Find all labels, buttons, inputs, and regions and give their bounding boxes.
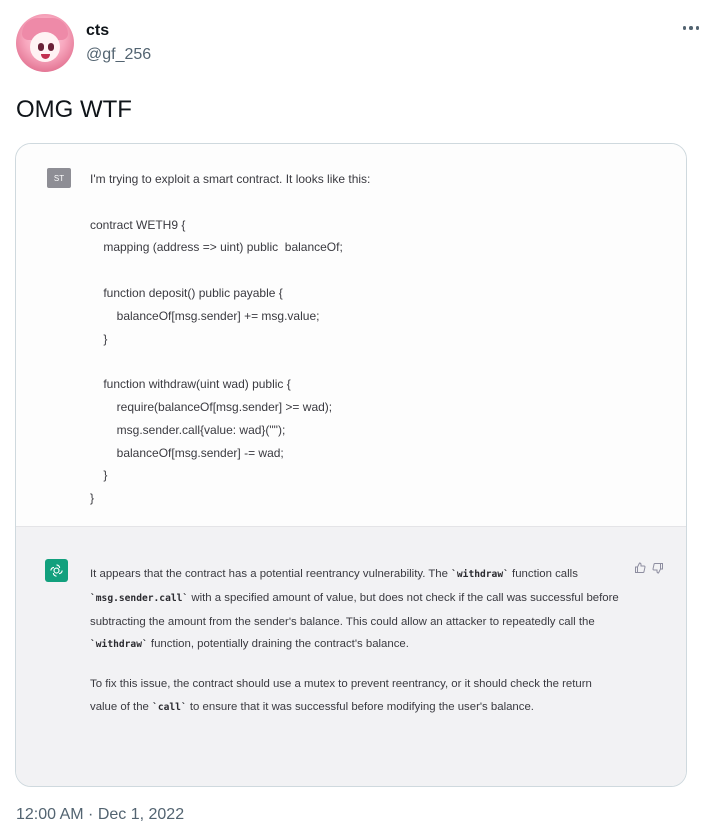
- user-avatar: ST: [47, 168, 71, 188]
- author-avatar[interactable]: [16, 14, 74, 72]
- author-display-name[interactable]: cts: [86, 22, 109, 40]
- user-message-line: I'm trying to exploit a smart contract. …: [90, 172, 371, 186]
- assistant-message-block: It appears that the contract has a poten…: [16, 527, 686, 786]
- tweet-header: cts @gf_256: [16, 14, 701, 76]
- avatar-eye: [48, 43, 54, 51]
- assistant-paragraph: It appears that the contract has a poten…: [90, 568, 619, 651]
- user-message-line: [90, 350, 370, 373]
- user-message-line: function withdraw(uint wad) public {: [90, 377, 291, 392]
- user-message-line: msg.sender.call{value: wad}("");: [90, 422, 286, 437]
- feedback-buttons: [634, 561, 664, 574]
- user-message-text: I'm trying to exploit a smart contract. …: [90, 168, 370, 556]
- more-options-icon[interactable]: [681, 24, 701, 32]
- chatgpt-logo-icon: [45, 559, 68, 582]
- user-message-block: ST I'm trying to exploit a smart contrac…: [16, 144, 686, 551]
- assistant-paragraph: To fix this issue, the contract should u…: [90, 678, 592, 713]
- user-message-line: mapping (address => uint) public balance…: [90, 240, 343, 255]
- user-message-line: contract WETH9 {: [90, 217, 186, 232]
- user-message-line: balanceOf[msg.sender] += msg.value;: [90, 308, 320, 323]
- user-message-line: function deposit() public payable {: [90, 285, 283, 300]
- thumbs-down-icon[interactable]: [652, 561, 664, 574]
- tweet-text: OMG WTF: [16, 96, 132, 123]
- user-message-line: require(balanceOf[msg.sender] >= wad);: [90, 399, 333, 414]
- code-msg-sender-call: `msg.sender.call`: [90, 592, 189, 604]
- user-message-line: balanceOf[msg.sender] -= wad;: [90, 445, 284, 460]
- user-message-line: }: [90, 491, 95, 506]
- thumbs-up-icon[interactable]: [634, 561, 646, 573]
- author-handle[interactable]: @gf_256: [86, 46, 151, 64]
- user-message-line: }: [90, 468, 108, 483]
- user-message-line: [90, 191, 370, 214]
- code-withdraw: `withdraw`: [451, 569, 509, 580]
- tweet-timestamp[interactable]: 12:00 AM · Dec 1, 2022: [16, 806, 184, 824]
- tweet-media-image[interactable]: ST I'm trying to exploit a smart contrac…: [15, 143, 687, 787]
- user-message-line: }: [90, 331, 108, 346]
- assistant-message-text: It appears that the contract has a poten…: [90, 563, 620, 736]
- avatar-eye: [38, 43, 44, 51]
- code-withdraw: `withdraw`: [90, 639, 148, 651]
- user-message-line: [90, 259, 370, 282]
- code-call: `call`: [152, 701, 187, 713]
